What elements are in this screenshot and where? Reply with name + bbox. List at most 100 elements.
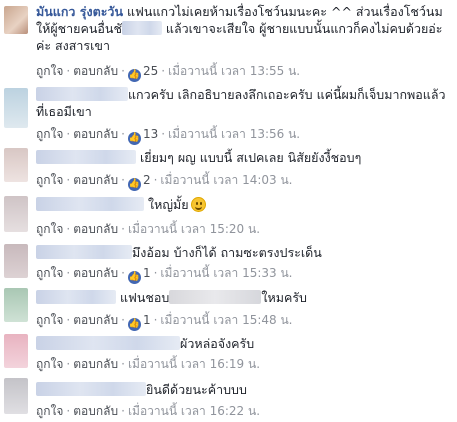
timestamp[interactable]: เมื่อวานนี้ เวลา 16:19 น. — [128, 357, 260, 371]
comment-item: มันแกว รุ่งตะวัน แฟนแกวไม่เคยห้ามเรื่องโช… — [0, 0, 457, 82]
reply-link[interactable]: ตอบกลับ — [73, 64, 118, 78]
comment-text: ยินดีด้วยนะค้าบบบ — [146, 382, 247, 397]
comment-body: แกวครับ เลิกอธิบายลงลึกเถอะครับ แค่นี้ผม… — [36, 86, 451, 120]
separator: · — [153, 266, 158, 280]
avatar[interactable] — [4, 244, 28, 278]
separator: · — [121, 357, 125, 371]
separator: · — [161, 64, 166, 78]
redacted-name — [36, 336, 180, 350]
separator: · — [121, 64, 125, 78]
reply-link[interactable]: ตอบกลับ — [73, 357, 118, 371]
separator: · — [121, 173, 125, 187]
separator: · — [121, 404, 125, 418]
reply-link[interactable]: ตอบกลับ — [73, 222, 118, 236]
comment-text: ใหมครับ — [261, 290, 307, 305]
reply-link[interactable]: ตอบกลับ — [73, 127, 118, 141]
like-count[interactable]: 13 — [143, 127, 158, 141]
comment-actions: ถูกใจ · ตอบกลับ · 👍 25 · เมื่อวานนี้ เวลา 13:55… — [36, 62, 300, 82]
comment-actions: ถูกใจ · ตอบกลับ · 👍 1 · เมื่อวานนี้ เวลา 15:33 … — [36, 264, 292, 284]
timestamp[interactable]: เมื่อวานนี้ เวลา 13:56 น. — [168, 127, 300, 141]
separator: · — [66, 173, 71, 187]
timestamp[interactable]: เมื่อวานนี้ เวลา 15:20 น. — [128, 222, 260, 236]
separator: · — [66, 313, 71, 327]
avatar[interactable] — [4, 288, 28, 322]
separator: · — [153, 313, 158, 327]
comment-item: ผัวหล่อจังครับ ถูกใจ · ตอบกลับ · เมื่อวานนี้… — [0, 330, 457, 376]
timestamp[interactable]: เมื่อวานนี้ เวลา 15:48 น. — [160, 313, 292, 327]
like-count[interactable]: 25 — [143, 64, 158, 78]
redacted-name — [36, 245, 132, 259]
reply-link[interactable]: ตอบกลับ — [73, 173, 118, 187]
reply-link[interactable]: ตอบกลับ — [73, 266, 118, 280]
reply-link[interactable]: ตอบกลับ — [73, 404, 118, 418]
comment-body: เยี่ยมๆ ผญ แบบนี้ สเปคเลย นิสัยยังงี้ชอบ… — [36, 149, 451, 166]
separator: · — [153, 173, 158, 187]
comment-actions: ถูกใจ · ตอบกลับ · 👍 13 · เมื่อวานนี้ เวลา 13:56… — [36, 125, 300, 145]
comment-body: มันแกว รุ่งตะวัน แฟนแกวไม่เคยห้ามเรื่องโช… — [36, 3, 451, 54]
separator: · — [121, 222, 125, 236]
separator: · — [66, 64, 71, 78]
like-link[interactable]: ถูกใจ — [36, 404, 63, 418]
like-count[interactable]: 1 — [143, 266, 151, 280]
redacted-name — [36, 290, 116, 304]
separator: · — [121, 266, 125, 280]
comment-actions: ถูกใจ · ตอบกลับ · เมื่อวานนี้ เวลา 16:19 น. — [36, 355, 260, 374]
like-link[interactable]: ถูกใจ — [36, 127, 63, 141]
comment-item: ใหญ่มั้ย ถูกใจ · ตอบกลับ · เมื่อวานนี้ เวลา … — [0, 190, 457, 238]
comment-text: ใหญ่มั้ย — [147, 197, 189, 212]
comment-body: ใหญ่มั้ย — [36, 196, 451, 213]
redacted-name — [36, 382, 146, 396]
redacted-text — [169, 290, 262, 304]
redacted-name — [36, 150, 136, 164]
comment-item: มึงอ้อม บ้างก็ได้ ถามซะตรงประเด็น ถูกใจ ·… — [0, 238, 457, 284]
comment-author[interactable]: มันแกว รุ่งตะวัน — [36, 4, 123, 19]
redacted-name — [36, 197, 144, 211]
comment-text: ผัวหล่อจังครับ — [180, 336, 255, 351]
timestamp[interactable]: เมื่อวานนี้ เวลา 16:22 น. — [128, 404, 260, 418]
comment-body: ยินดีด้วยนะค้าบบบ — [36, 381, 451, 398]
like-link[interactable]: ถูกใจ — [36, 64, 63, 78]
separator: · — [161, 127, 166, 141]
like-link[interactable]: ถูกใจ — [36, 313, 63, 327]
comment-body: ผัวหล่อจังครับ — [36, 335, 451, 352]
avatar[interactable] — [4, 6, 28, 34]
comment-actions: ถูกใจ · ตอบกลับ · เมื่อวานนี้ เวลา 15:20 น. — [36, 220, 260, 239]
comment-item: แฟนชอบ ใหมครับ ถูกใจ · ตอบกลับ · 👍 1 · เมื่อวานน… — [0, 284, 457, 331]
comment-body: แฟนชอบ ใหมครับ — [36, 289, 451, 306]
avatar[interactable] — [4, 148, 28, 182]
like-link[interactable]: ถูกใจ — [36, 173, 63, 187]
separator: · — [121, 127, 125, 141]
comment-item: ยินดีด้วยนะค้าบบบ ถูกใจ · ตอบกลับ · เมื่อวาน… — [0, 376, 457, 422]
like-icon: 👍 — [127, 271, 141, 284]
comment-actions: ถูกใจ · ตอบกลับ · 👍 1 · เมื่อวานนี้ เวลา 15:48 … — [36, 311, 292, 331]
avatar[interactable] — [4, 196, 28, 232]
comment-text: แฟนชอบ — [119, 290, 170, 305]
separator: · — [66, 266, 71, 280]
like-link[interactable]: ถูกใจ — [36, 222, 63, 236]
separator: · — [66, 222, 71, 236]
reply-link[interactable]: ตอบกลับ — [73, 313, 118, 327]
comment-text: มึงอ้อม บ้างก็ได้ ถามซะตรงประเด็น — [132, 245, 322, 260]
like-count[interactable]: 2 — [143, 173, 151, 187]
like-link[interactable]: ถูกใจ — [36, 266, 63, 280]
redacted-name — [36, 87, 128, 101]
smile-emoji-icon — [190, 197, 206, 212]
redacted-name — [121, 21, 162, 35]
separator: · — [66, 404, 71, 418]
timestamp[interactable]: เมื่อวานนี้ เวลา 15:33 น. — [160, 266, 292, 280]
like-icon: 👍 — [127, 69, 141, 82]
timestamp[interactable]: เมื่อวานนี้ เวลา 14:03 น. — [160, 173, 292, 187]
like-count[interactable]: 1 — [143, 313, 151, 327]
like-link[interactable]: ถูกใจ — [36, 357, 63, 371]
separator: · — [121, 313, 125, 327]
separator: · — [66, 127, 71, 141]
timestamp[interactable]: เมื่อวานนี้ เวลา 13:55 น. — [168, 64, 300, 78]
comment-actions: ถูกใจ · ตอบกลับ · 👍 2 · เมื่อวานนี้ เวลา 14:03 … — [36, 171, 292, 191]
avatar[interactable] — [4, 378, 28, 414]
avatar[interactable] — [4, 88, 28, 128]
comment-text: เยี่ยมๆ ผญ แบบนี้ สเปคเลย นิสัยยังงี้ชอบ… — [139, 150, 362, 165]
separator: · — [66, 357, 71, 371]
avatar[interactable] — [4, 334, 28, 368]
comment-item: เยี่ยมๆ ผญ แบบนี้ สเปคเลย นิสัยยังงี้ชอบ… — [0, 144, 457, 191]
comment-actions: ถูกใจ · ตอบกลับ · เมื่อวานนี้ เวลา 16:22 น. — [36, 402, 260, 421]
